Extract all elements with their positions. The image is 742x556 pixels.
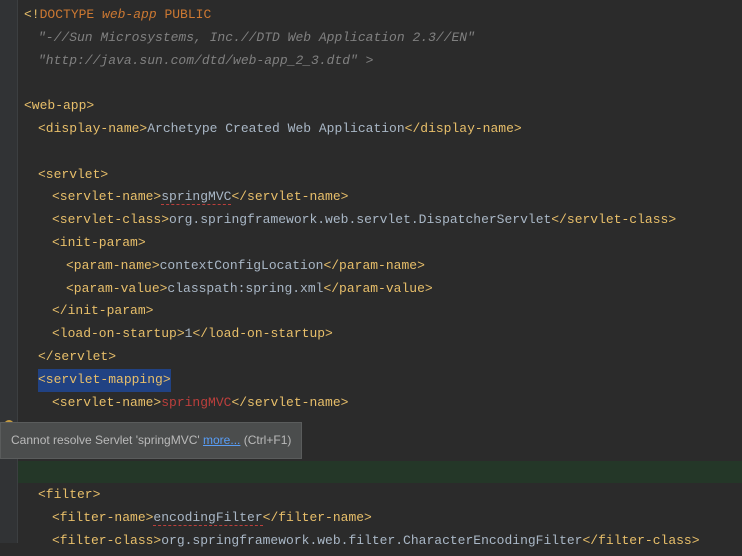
code-line[interactable]: <servlet> [24, 164, 742, 187]
code-line[interactable]: <web-app> [24, 95, 742, 118]
tooltip-more-link[interactable]: more... [203, 433, 240, 447]
text-servletname-error: springMVC [161, 395, 231, 410]
tag-servletclass-open: <servlet-class> [52, 212, 169, 227]
tag-paramname-close: </param-name> [323, 258, 424, 273]
code-line[interactable]: "http://java.sun.com/dtd/web-app_2_3.dtd… [24, 50, 742, 73]
caret-line-highlight [0, 461, 742, 483]
text-filterclass: org.springframework.web.filter.Character… [161, 533, 582, 548]
tooltip-text: Cannot resolve Servlet ' [11, 433, 138, 447]
doctype-fpi: "-//Sun Microsystems, Inc.//DTD Web Appl… [38, 30, 475, 45]
tooltip-servlet-name: springMVC [138, 433, 197, 447]
text-servletname: springMVC [161, 189, 231, 205]
text-filtername: encodingFilter [153, 510, 262, 526]
code-line[interactable]: <load-on-startup>1</load-on-startup> [24, 323, 742, 346]
doctype-keyword: DOCTYPE [40, 7, 95, 22]
tag-servletname-close: </servlet-name> [231, 189, 348, 204]
tag-servletmapping-open: <servlet-mapping> [38, 372, 171, 387]
code-line[interactable]: <param-value>classpath:spring.xml</param… [24, 278, 742, 301]
tag-paramname-open: <param-name> [66, 258, 160, 273]
doctype-public: PUBLIC [164, 7, 211, 22]
text-displayname: Archetype Created Web Application [147, 121, 404, 136]
tag-servletname-open: <servlet-name> [52, 189, 161, 204]
code-line[interactable]: <servlet-class>org.springframework.web.s… [24, 209, 742, 232]
code-line[interactable]: <display-name>Archetype Created Web Appl… [24, 118, 742, 141]
tag-filtername-open: <filter-name> [52, 510, 153, 525]
tag-displayname-open: <display-name> [38, 121, 147, 136]
xml-punct: <! [24, 7, 40, 22]
code-line[interactable]: x [24, 461, 742, 484]
code-line[interactable]: <!DOCTYPE web-app PUBLIC [24, 4, 742, 27]
code-line[interactable]: <filter-class>org.springframework.web.fi… [24, 530, 742, 553]
tag-paramvalue-close: </param-value> [323, 281, 432, 296]
tag-webapp-open: <web-app> [24, 98, 94, 113]
code-editor[interactable]: <!DOCTYPE web-app PUBLIC "-//Sun Microsy… [0, 0, 742, 556]
tag-servlet-close: </servlet> [38, 349, 116, 364]
code-line[interactable]: <param-name>contextConfigLocation</param… [24, 255, 742, 278]
tag-filtername-close: </filter-name> [263, 510, 372, 525]
tag-servletname-open: <servlet-name> [52, 395, 161, 410]
tag-initparam-close: </init-param> [52, 303, 153, 318]
code-line[interactable]: <servlet-mapping> [24, 369, 742, 392]
text-paramvalue: classpath:spring.xml [167, 281, 323, 296]
blank-line[interactable] [24, 72, 742, 95]
doctype-url: "http://java.sun.com/dtd/web-app_2_3.dtd… [38, 53, 373, 68]
tag-initparam-open: <init-param> [52, 235, 146, 250]
inspection-tooltip: Cannot resolve Servlet 'springMVC' more.… [0, 422, 302, 459]
tag-loadonstartup-close: </load-on-startup> [192, 326, 332, 341]
code-line[interactable]: <init-param> [24, 232, 742, 255]
code-line[interactable]: "-//Sun Microsystems, Inc.//DTD Web Appl… [24, 27, 742, 50]
tooltip-shortcut: (Ctrl+F1) [240, 433, 291, 447]
tag-servletclass-close: </servlet-class> [551, 212, 676, 227]
code-line[interactable]: <servlet-name>springMVC</servlet-name> [24, 186, 742, 209]
tag-filterclass-open: <filter-class> [52, 533, 161, 548]
code-line[interactable]: <filter-name>encodingFilter</filter-name… [24, 507, 742, 530]
code-line[interactable]: <filter> [24, 484, 742, 507]
tag-filterclass-close: </filter-class> [583, 533, 700, 548]
doctype-root: web-app [102, 7, 157, 22]
tag-loadonstartup-open: <load-on-startup> [52, 326, 185, 341]
text-servletclass: org.springframework.web.servlet.Dispatch… [169, 212, 551, 227]
tag-servlet-open: <servlet> [38, 167, 108, 182]
code-line[interactable]: </init-param> [24, 300, 742, 323]
tag-servletname-close: </servlet-name> [231, 395, 348, 410]
text-paramname: contextConfigLocation [160, 258, 324, 273]
code-line[interactable]: </servlet> [24, 346, 742, 369]
tag-displayname-close: </display-name> [405, 121, 522, 136]
tag-paramvalue-open: <param-value> [66, 281, 167, 296]
blank-line[interactable] [24, 141, 742, 164]
tag-filter-open: <filter> [38, 487, 100, 502]
code-line[interactable]: <servlet-name>springMVC</servlet-name> [24, 392, 742, 415]
